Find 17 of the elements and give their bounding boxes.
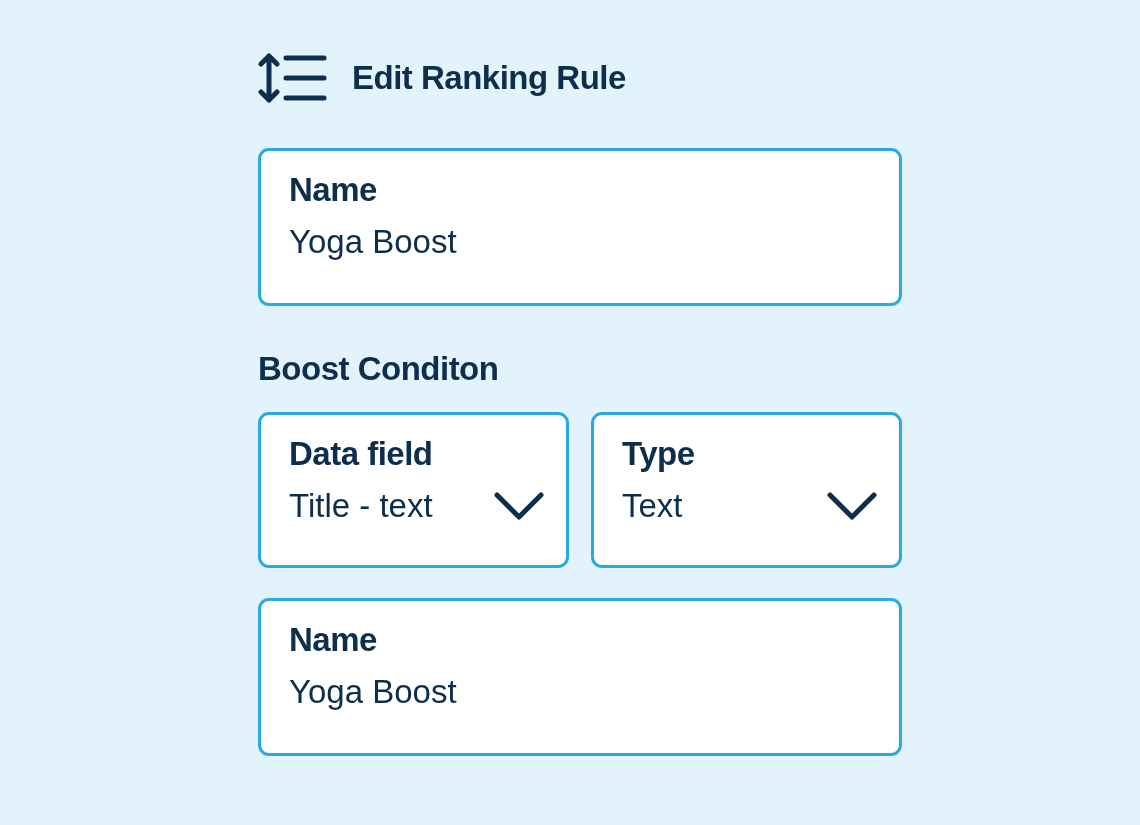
chevron-down-icon bbox=[494, 492, 544, 520]
chevron-down-icon bbox=[827, 492, 877, 520]
field-label: Type bbox=[622, 435, 696, 473]
name-field[interactable]: Name Yoga Boost bbox=[258, 598, 902, 756]
input-field[interactable]: Yoga Boost bbox=[289, 223, 871, 261]
sort-lines-icon bbox=[258, 52, 328, 104]
section-title: Boost Conditon bbox=[258, 350, 500, 389]
field-label: Data field bbox=[289, 435, 434, 473]
select-value: Text bbox=[622, 487, 683, 525]
input-field[interactable]: Yoga Boost bbox=[289, 673, 871, 711]
page-title: Edit Ranking Rule bbox=[352, 59, 626, 97]
select-field[interactable]: Data field Title - text bbox=[258, 412, 569, 568]
field-label: Name bbox=[289, 621, 378, 659]
select-value: Title - text bbox=[289, 487, 433, 525]
name-field[interactable]: Name Yoga Boost bbox=[258, 148, 902, 306]
field-label: Name bbox=[289, 171, 378, 209]
select-field[interactable]: Type Text bbox=[591, 412, 902, 568]
